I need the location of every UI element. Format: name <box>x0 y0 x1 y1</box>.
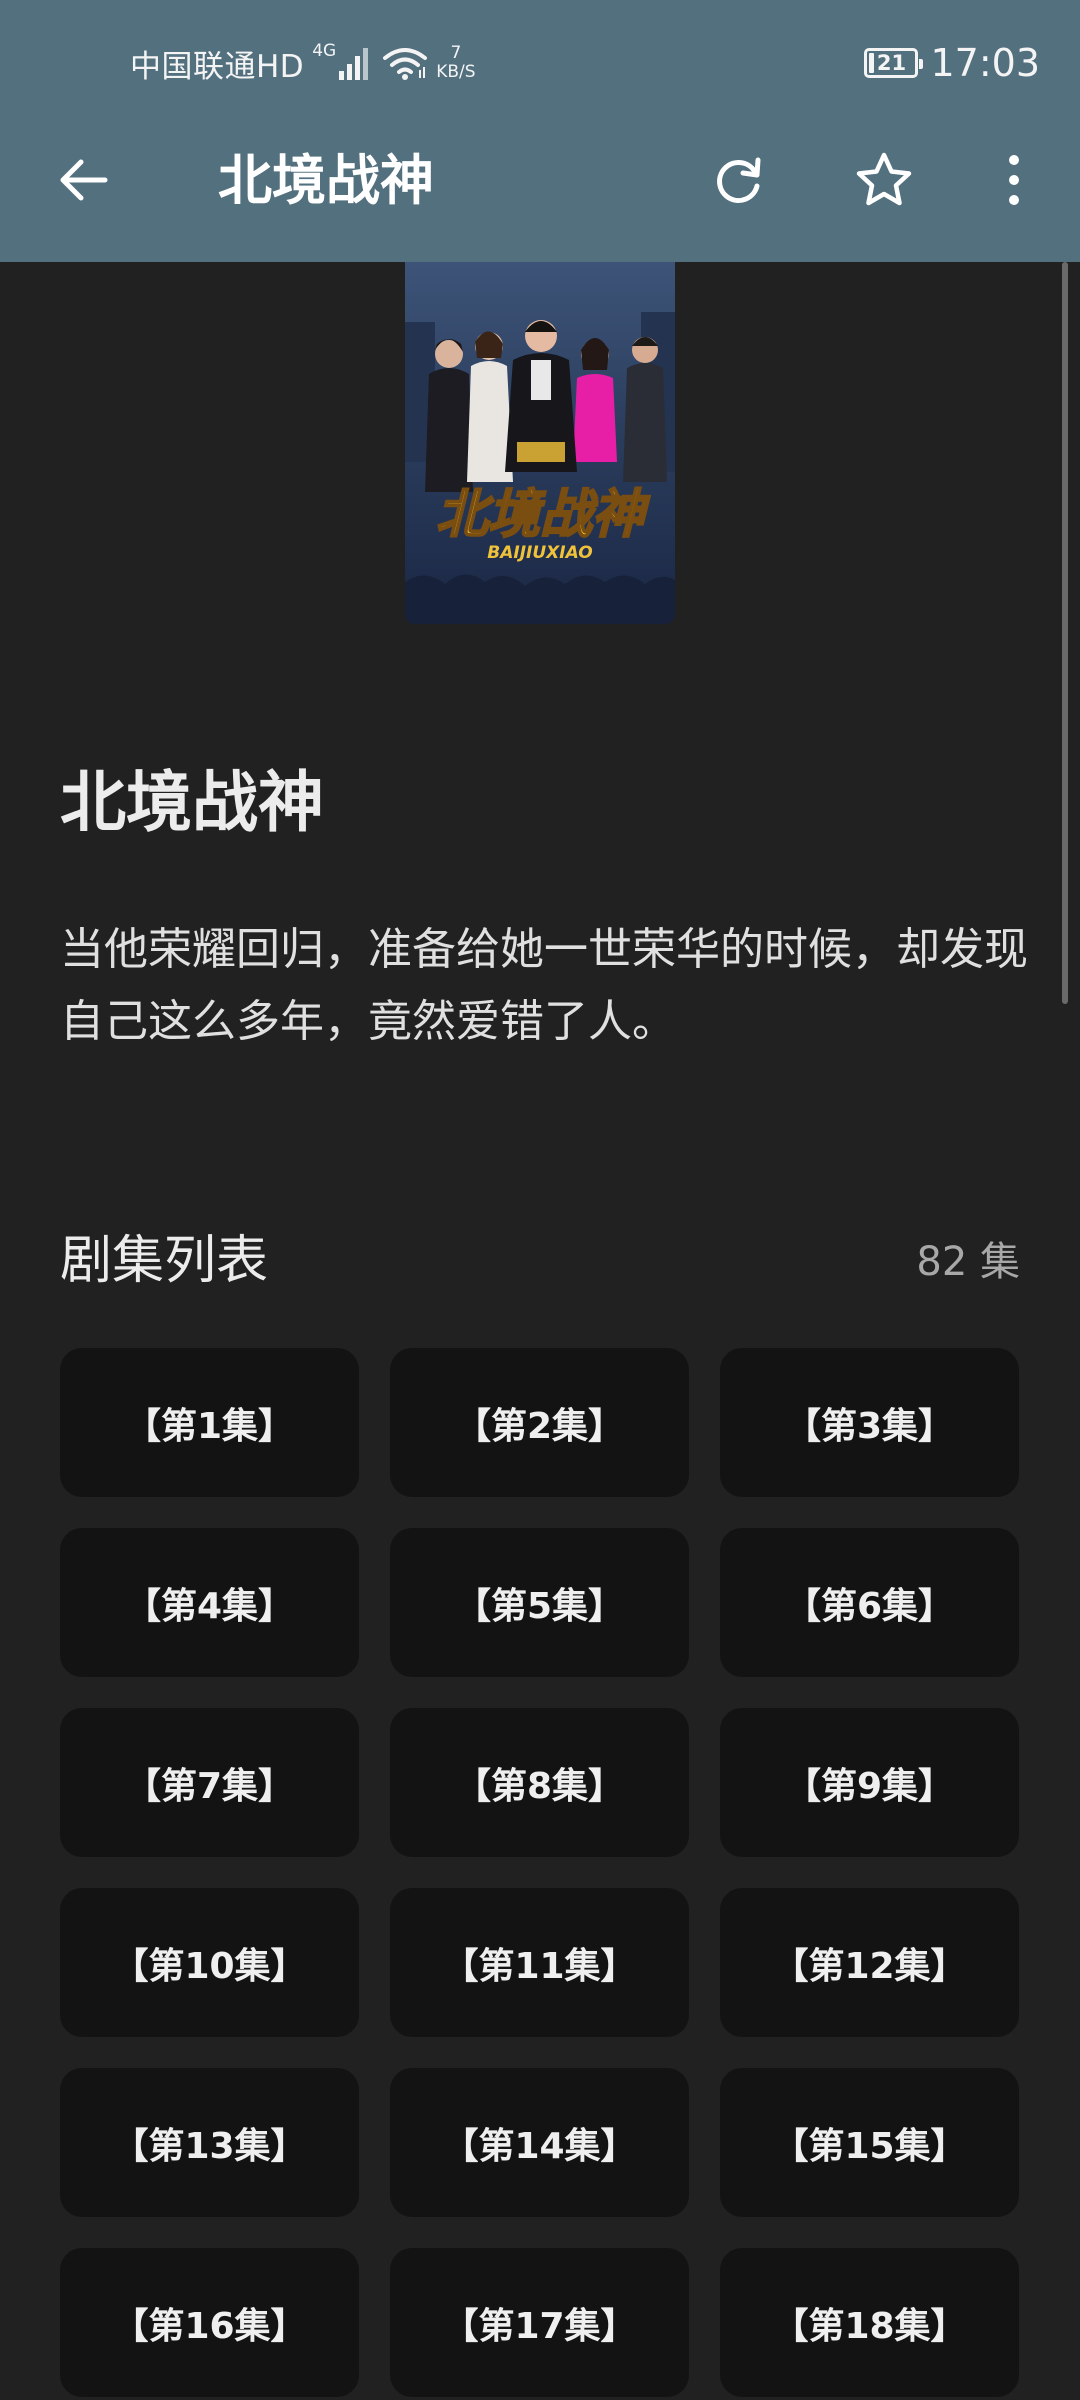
episode-button-17[interactable]: 【第17集】 <box>390 2248 689 2397</box>
network-type-label: 4G <box>312 41 337 61</box>
poster-image: 北境战神 BAIJIUXIAO <box>405 262 675 624</box>
episode-button-5[interactable]: 【第5集】 <box>390 1528 689 1677</box>
network-speed: 7 KB/S <box>436 44 475 82</box>
battery-level: 21 <box>876 51 907 75</box>
toolbar-title: 北境战神 <box>218 149 434 212</box>
episode-count: 82 集 <box>916 1239 1020 1285</box>
wifi-icon <box>383 48 428 80</box>
status-time: 17:03 <box>930 41 1040 85</box>
scrollbar[interactable] <box>1062 262 1068 1004</box>
episode-button-11[interactable]: 【第11集】 <box>390 1888 689 2037</box>
episode-button-6[interactable]: 【第6集】 <box>720 1528 1019 1677</box>
episode-list-title: 剧集列表 <box>60 1231 269 1291</box>
episode-grid: 【第1集】 【第2集】 【第3集】 【第4集】 【第5集】 【第6集】 【第7集… <box>60 1348 1020 2397</box>
back-button[interactable] <box>44 140 124 220</box>
speed-unit: KB/S <box>436 62 476 82</box>
episode-button-2[interactable]: 【第2集】 <box>390 1348 689 1497</box>
poster-title-text: 北境战神 <box>436 485 651 545</box>
carrier-label: 中国联通HD <box>130 48 305 85</box>
status-bar-right: 21 17:03 <box>864 40 1040 86</box>
episode-button-14[interactable]: 【第14集】 <box>390 2068 689 2217</box>
more-vertical-icon <box>1009 155 1019 205</box>
episode-button-16[interactable]: 【第16集】 <box>60 2248 359 2397</box>
drama-description: 当他荣耀回归，准备给她一世荣华的时候，却发现自己这么多年，竟然爱错了人。 <box>60 924 1028 1047</box>
favorite-button[interactable] <box>844 140 924 220</box>
battery-icon: 21 <box>864 48 924 78</box>
episode-button-7[interactable]: 【第7集】 <box>60 1708 359 1857</box>
refresh-icon <box>717 157 761 203</box>
episode-button-18[interactable]: 【第18集】 <box>720 2248 1019 2397</box>
episode-button-15[interactable]: 【第15集】 <box>720 2068 1019 2217</box>
poster-subtitle-text: BAIJIUXIAO <box>487 543 592 563</box>
episode-button-12[interactable]: 【第12集】 <box>720 1888 1019 2037</box>
app-header: 中国联通HD 4G 7 KB/S 21 17:03 北境战神 <box>0 0 1080 262</box>
episode-button-1[interactable]: 【第1集】 <box>60 1348 359 1497</box>
episode-button-9[interactable]: 【第9集】 <box>720 1708 1019 1857</box>
drama-poster: 北境战神 BAIJIUXIAO <box>405 262 675 624</box>
refresh-button[interactable] <box>698 140 778 220</box>
star-icon <box>856 152 912 206</box>
episode-button-3[interactable]: 【第3集】 <box>720 1348 1019 1497</box>
episode-button-4[interactable]: 【第4集】 <box>60 1528 359 1677</box>
back-arrow-icon <box>60 159 108 201</box>
speed-value: 7 <box>450 43 462 63</box>
status-bar-left: 中国联通HD 4G 7 KB/S <box>130 40 476 86</box>
episode-button-13[interactable]: 【第13集】 <box>60 2068 359 2217</box>
more-options-button[interactable] <box>974 140 1054 220</box>
drama-title: 北境战神 <box>60 764 324 841</box>
episode-button-8[interactable]: 【第8集】 <box>390 1708 689 1857</box>
episode-button-10[interactable]: 【第10集】 <box>60 1888 359 2037</box>
signal-icon <box>339 48 369 80</box>
